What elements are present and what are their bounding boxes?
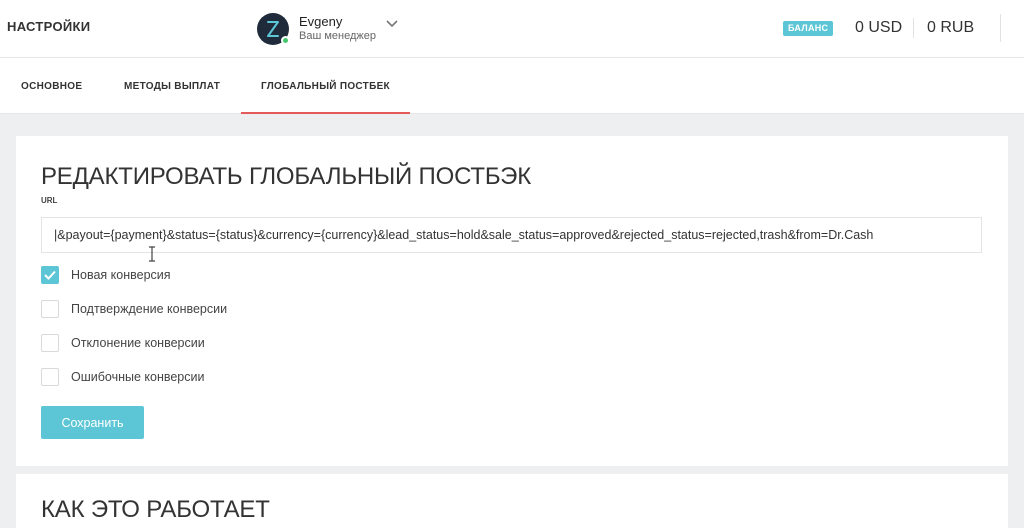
postback-url-input[interactable] bbox=[41, 217, 982, 253]
checkbox-label: Подтверждение конверсии bbox=[71, 302, 228, 316]
manager-role: Ваш менеджер bbox=[299, 30, 376, 43]
how-it-works-card: КАК ЭТО РАБОТАЕТ bbox=[16, 474, 1008, 528]
tab-main[interactable]: ОСНОВНОЕ bbox=[21, 58, 82, 114]
checkbox-box[interactable] bbox=[41, 266, 59, 284]
page-title: НАСТРОЙКИ bbox=[7, 19, 91, 34]
manager-dropdown[interactable]: Evgeny Ваш менеджер bbox=[257, 12, 398, 46]
checkbox-new-conversion[interactable]: Новая конверсия bbox=[41, 266, 171, 284]
manager-avatar bbox=[257, 13, 290, 45]
header-divider bbox=[1000, 14, 1001, 42]
balance-badge: БАЛАНС bbox=[783, 21, 834, 36]
checkbox-box[interactable] bbox=[41, 368, 59, 386]
hourglass-logo-icon bbox=[267, 21, 279, 37]
check-icon bbox=[44, 270, 56, 280]
checkbox-label: Ошибочные конверсии bbox=[71, 370, 205, 384]
top-header: НАСТРОЙКИ Evgeny Ваш менеджер БАЛАНС 0 U… bbox=[0, 0, 1024, 58]
balance-usd: 0 USD bbox=[855, 19, 903, 36]
checkbox-box[interactable] bbox=[41, 300, 59, 318]
how-it-works-title: КАК ЭТО РАБОТАЕТ bbox=[41, 496, 270, 523]
chevron-down-icon bbox=[386, 20, 398, 28]
url-label: URL bbox=[41, 196, 58, 205]
checkbox-label: Отклонение конверсии bbox=[71, 336, 205, 350]
checkbox-box[interactable] bbox=[41, 334, 59, 352]
checkbox-label: Новая конверсия bbox=[71, 268, 171, 282]
checkbox-reject-conversion[interactable]: Отклонение конверсии bbox=[41, 334, 205, 352]
balance-divider bbox=[913, 18, 914, 38]
tab-global-postback[interactable]: ГЛОБАЛЬНЫЙ ПОСТБЕК bbox=[241, 58, 410, 114]
manager-name: Evgeny bbox=[299, 14, 343, 30]
checkbox-confirm-conversion[interactable]: Подтверждение конверсии bbox=[41, 300, 227, 318]
editor-title: РЕДАКТИРОВАТЬ ГЛОБАЛЬНЫЙ ПОСТБЭК bbox=[41, 163, 531, 190]
checkbox-error-conversion[interactable]: Ошибочные конверсии bbox=[41, 368, 204, 386]
tab-payout-methods[interactable]: МЕТОДЫ ВЫПЛАТ bbox=[124, 58, 220, 114]
balance-rub: 0 RUB bbox=[927, 19, 975, 36]
text-cursor-icon bbox=[149, 246, 155, 262]
settings-tabs: ОСНОВНОЕ МЕТОДЫ ВЫПЛАТ ГЛОБАЛЬНЫЙ ПОСТБЕ… bbox=[0, 58, 1024, 114]
online-status-dot bbox=[281, 36, 290, 45]
postback-editor-card: РЕДАКТИРОВАТЬ ГЛОБАЛЬНЫЙ ПОСТБЭК URL |&p… bbox=[16, 136, 1008, 466]
save-button[interactable]: Сохранить bbox=[41, 406, 144, 439]
